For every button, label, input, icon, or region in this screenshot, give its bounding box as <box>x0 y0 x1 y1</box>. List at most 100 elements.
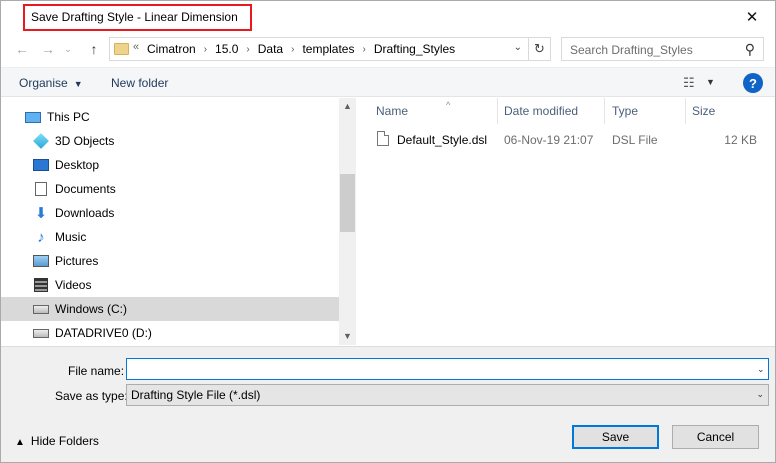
file-size: 12 KB <box>724 133 757 147</box>
caret-down-icon: ▼ <box>73 79 83 89</box>
hide-folders-button[interactable]: ▲ Hide Folders <box>15 434 99 448</box>
organise-menu[interactable]: Organise ▼ <box>19 76 83 90</box>
column-label: Date modified <box>504 104 579 118</box>
scroll-thumb[interactable] <box>340 174 355 232</box>
nav-item-3d-objects[interactable]: 3D Objects <box>1 129 339 153</box>
save-type-select[interactable]: Drafting Style File (*.dsl) ⌄ <box>126 384 769 406</box>
help-icon[interactable]: ? <box>743 73 763 93</box>
organise-label: Organise <box>19 76 68 90</box>
forward-button[interactable]: → <box>39 39 57 59</box>
recent-locations-button[interactable]: ⌄ <box>59 39 77 59</box>
close-button[interactable]: ✕ <box>729 1 775 32</box>
breadcrumb-item[interactable]: Cimatron <box>147 42 196 57</box>
nav-item-label: Videos <box>55 278 92 292</box>
column-divider[interactable] <box>604 98 605 124</box>
new-folder-label: New folder <box>111 76 169 90</box>
breadcrumb: Cimatron › 15.0 › Data › templates › Dra… <box>147 42 455 57</box>
column-divider[interactable] <box>685 98 686 124</box>
nav-item-downloads[interactable]: ⬇ Downloads <box>1 201 339 225</box>
caret-up-icon: ▲ <box>15 437 25 448</box>
refresh-button[interactable]: ↻ <box>528 38 550 60</box>
nav-item-this-pc[interactable]: This PC <box>1 105 339 129</box>
nav-item-label: Desktop <box>55 158 100 172</box>
file-name-label: File name: <box>68 364 125 378</box>
drive-icon <box>33 326 49 340</box>
chevron-right-icon[interactable]: › <box>291 42 294 57</box>
nav-item-desktop[interactable]: Desktop <box>1 153 339 177</box>
title-bar: Save Drafting Style - Linear Dimension ✕ <box>1 1 775 33</box>
save-button[interactable]: Save <box>572 425 659 449</box>
address-bar[interactable]: « Cimatron › 15.0 › Data › templates › D… <box>109 37 551 61</box>
column-header-date[interactable]: Date modified <box>504 98 578 124</box>
nav-item-music[interactable]: ♪ Music <box>1 225 339 249</box>
new-folder-button[interactable]: New folder <box>111 76 168 90</box>
nav-item-label: Windows (C:) <box>55 302 128 316</box>
nav-item-pictures[interactable]: Pictures <box>1 249 339 273</box>
computer-icon <box>25 110 41 124</box>
arrow-left-icon: ← <box>15 41 29 57</box>
documents-icon <box>33 182 49 196</box>
view-options-icon[interactable]: ☷ <box>683 75 695 91</box>
file-icon <box>377 131 389 146</box>
view-caret-icon[interactable]: ▼ <box>706 77 715 87</box>
save-type-label: Save as type: <box>55 389 128 403</box>
chevron-right-icon[interactable]: › <box>204 42 207 57</box>
nav-item-documents[interactable]: Documents <box>1 177 339 201</box>
save-type-value: Drafting Style File (*.dsl) <box>131 388 261 402</box>
column-header-name[interactable]: Name ^ <box>376 98 450 124</box>
breadcrumb-overflow-icon[interactable]: « <box>133 41 139 53</box>
navigation-pane: This PC 3D Objects Desktop Documents ⬇ D… <box>1 98 356 345</box>
nav-item-label: Downloads <box>55 206 115 220</box>
file-row[interactable]: Default_Style.dsl 06-Nov-19 21:07 DSL Fi… <box>377 128 767 150</box>
column-header-size[interactable]: Size <box>692 98 715 124</box>
nav-item-videos[interactable]: Videos <box>1 273 339 297</box>
command-bar: Organise ▼ New folder ☷ ▼ ? <box>1 67 775 97</box>
close-icon: ✕ <box>745 8 759 26</box>
downloads-icon: ⬇ <box>34 205 48 222</box>
file-name-field[interactable] <box>126 358 769 380</box>
column-header-type[interactable]: Type <box>612 98 638 124</box>
file-name-dropdown-icon[interactable]: ⌄ <box>757 364 771 375</box>
file-date: 06-Nov-19 21:07 <box>504 133 594 147</box>
nav-item-label: Music <box>55 230 87 244</box>
address-dropdown-icon[interactable]: ⌄ <box>514 42 522 53</box>
column-divider[interactable] <box>497 98 498 124</box>
videos-icon <box>33 278 49 292</box>
save-dialog: Save Drafting Style - Linear Dimension ✕… <box>0 0 776 463</box>
folder-icon <box>114 43 129 55</box>
cancel-button[interactable]: Cancel <box>672 425 759 449</box>
save-form: File name: ⌄ Save as type: Drafting Styl… <box>1 346 775 462</box>
desktop-icon <box>33 158 49 172</box>
chevron-right-icon[interactable]: › <box>246 42 249 57</box>
nav-item-label: Documents <box>55 182 116 196</box>
chevron-down-icon: ⌄ <box>756 389 764 399</box>
breadcrumb-item[interactable]: Drafting_Styles <box>374 42 455 57</box>
column-label: Size <box>692 104 716 118</box>
window-title: Save Drafting Style - Linear Dimension <box>31 10 238 24</box>
search-input[interactable]: Search Drafting_Styles ⚲ <box>561 37 764 61</box>
back-button[interactable]: ← <box>13 39 31 59</box>
sort-ascending-icon: ^ <box>446 100 451 110</box>
breadcrumb-item[interactable]: Data <box>258 42 283 57</box>
scroll-up-icon[interactable]: ▲ <box>339 98 356 115</box>
search-icon: ⚲ <box>744 41 755 57</box>
search-placeholder: Search Drafting_Styles <box>570 43 693 57</box>
pictures-icon <box>33 254 49 268</box>
nav-item-label: Pictures <box>55 254 99 268</box>
up-button[interactable]: ↑ <box>85 39 103 59</box>
refresh-icon: ↻ <box>534 41 545 56</box>
arrow-right-icon: → <box>41 41 55 57</box>
hide-folders-label: Hide Folders <box>30 434 99 448</box>
file-name: Default_Style.dsl <box>397 133 488 147</box>
file-type: DSL File <box>612 133 658 147</box>
column-label: Name <box>376 104 409 118</box>
breadcrumb-item[interactable]: templates <box>302 42 354 57</box>
nav-scrollbar[interactable]: ▲ ▼ <box>339 98 356 345</box>
nav-item-label: This PC <box>47 110 90 124</box>
nav-item-datadrive-d[interactable]: DATADRIVE0 (D:) <box>1 321 339 345</box>
nav-item-label: DATADRIVE0 (D:) <box>55 326 152 340</box>
scroll-down-icon[interactable]: ▼ <box>339 328 356 345</box>
nav-item-windows-c[interactable]: Windows (C:) <box>1 297 339 321</box>
chevron-right-icon[interactable]: › <box>362 42 365 57</box>
breadcrumb-item[interactable]: 15.0 <box>215 42 238 57</box>
